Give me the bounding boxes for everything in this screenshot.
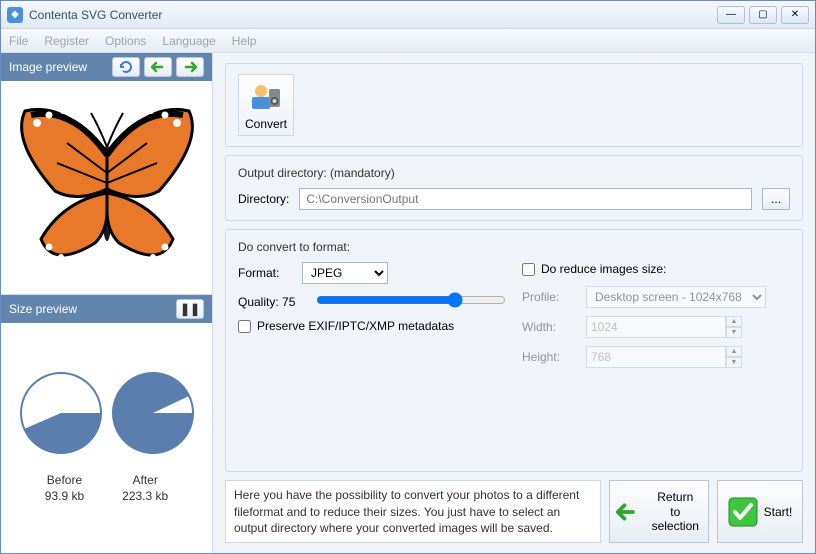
hint-text: Here you have the possibility to convert… xyxy=(225,480,601,543)
quality-label: Quality: 75 xyxy=(238,295,308,309)
convert-button[interactable]: Convert xyxy=(238,74,294,136)
profile-select[interactable]: Desktop screen - 1024x768 xyxy=(586,286,766,308)
app-icon: ◆ xyxy=(7,7,23,23)
window-title: Contenta SVG Converter xyxy=(29,8,717,22)
return-button[interactable]: Returnto selection xyxy=(609,480,709,543)
close-button[interactable]: ✕ xyxy=(781,6,809,24)
browse-button[interactable]: ... xyxy=(762,188,790,210)
pause-button[interactable]: ❚❚ xyxy=(176,299,204,319)
after-label: After xyxy=(122,473,168,489)
pause-icon: ❚❚ xyxy=(180,302,200,316)
menu-language[interactable]: Language xyxy=(162,34,215,48)
before-label: Before xyxy=(45,473,84,489)
directory-label: Directory: xyxy=(238,192,289,206)
width-label: Width: xyxy=(522,320,578,334)
reduce-size-checkbox[interactable] xyxy=(522,263,535,276)
start-button[interactable]: Start! xyxy=(717,480,803,543)
arrow-left-icon xyxy=(150,61,166,73)
height-label: Height: xyxy=(522,350,578,364)
convert-group: Convert xyxy=(225,63,803,147)
arrow-left-icon xyxy=(614,501,641,523)
output-directory-title: Output directory: (mandatory) xyxy=(238,166,790,180)
maximize-button[interactable]: ▢ xyxy=(749,6,777,24)
profile-label: Profile: xyxy=(522,290,578,304)
directory-input[interactable] xyxy=(299,188,752,210)
output-directory-group: Output directory: (mandatory) Directory:… xyxy=(225,155,803,221)
format-label: Format: xyxy=(238,266,294,280)
format-group-title: Do convert to format: xyxy=(238,240,790,254)
convert-icon xyxy=(249,81,283,115)
preserve-metadata-checkbox[interactable] xyxy=(238,320,251,333)
prev-image-button[interactable] xyxy=(144,57,172,77)
titlebar: ◆ Contenta SVG Converter — ▢ ✕ xyxy=(1,1,815,29)
butterfly-icon xyxy=(7,93,207,283)
height-up[interactable]: ▲ xyxy=(726,346,742,357)
rotate-button[interactable] xyxy=(112,57,140,77)
height-down[interactable]: ▼ xyxy=(726,357,742,368)
menubar: File Register Options Language Help xyxy=(1,29,815,53)
width-down[interactable]: ▼ xyxy=(726,327,742,338)
check-icon xyxy=(728,497,758,527)
size-charts: Before 93.9 kb After 223.3 kb xyxy=(1,323,212,553)
preserve-metadata-label: Preserve EXIF/IPTC/XMP metadatas xyxy=(257,319,454,333)
size-preview-label: Size preview xyxy=(9,302,77,316)
format-group: Do convert to format: Format: JPEG Quali… xyxy=(225,229,803,472)
reduce-size-label: Do reduce images size: xyxy=(541,262,666,276)
minimize-button[interactable]: — xyxy=(717,6,745,24)
menu-options[interactable]: Options xyxy=(105,34,146,48)
height-input[interactable] xyxy=(586,346,726,368)
width-input[interactable] xyxy=(586,316,726,338)
convert-label: Convert xyxy=(243,117,289,131)
arrow-right-icon xyxy=(182,61,198,73)
next-image-button[interactable] xyxy=(176,57,204,77)
menu-file[interactable]: File xyxy=(9,34,28,48)
start-label: Start! xyxy=(764,505,793,519)
image-preview-header: Image preview xyxy=(1,53,212,81)
image-preview-label: Image preview xyxy=(9,60,87,74)
after-size: 223.3 kb xyxy=(122,489,168,505)
quality-slider[interactable] xyxy=(316,292,506,308)
rotate-icon xyxy=(118,60,134,74)
pie-before xyxy=(19,371,103,455)
image-preview xyxy=(1,81,212,295)
pie-after xyxy=(111,371,195,455)
size-preview-header: Size preview ❚❚ xyxy=(1,295,212,323)
menu-register[interactable]: Register xyxy=(44,34,89,48)
format-select[interactable]: JPEG xyxy=(302,262,388,284)
width-up[interactable]: ▲ xyxy=(726,316,742,327)
menu-help[interactable]: Help xyxy=(232,34,257,48)
before-size: 93.9 kb xyxy=(45,489,84,505)
